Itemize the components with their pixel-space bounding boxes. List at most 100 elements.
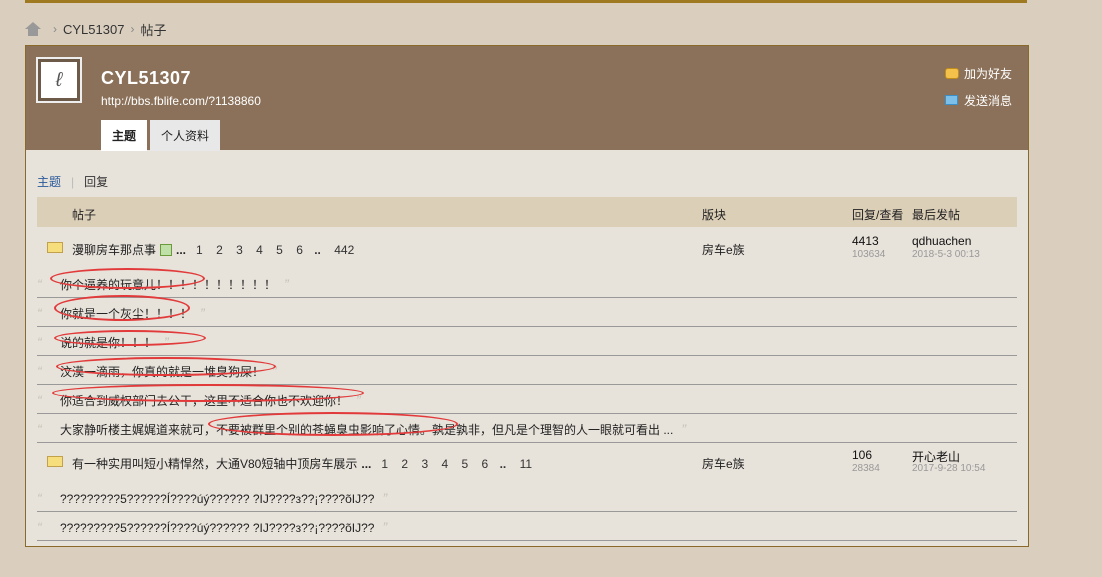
list-item[interactable]: “ ?????????5??????Í????úý?????? ?IJ????з… xyxy=(37,483,1017,512)
list-item[interactable]: “ 汶漠一滴雨，你真的就是一堆臭狗屎！ ” xyxy=(37,356,1017,385)
quote-close-icon: ” xyxy=(272,363,277,379)
image-icon xyxy=(160,243,173,256)
table-header: 帖子 版块 回复/查看 最后发帖 xyxy=(37,197,1017,227)
quote-open-icon: “ xyxy=(37,421,42,437)
post-list: 主题 | 回复 帖子 版块 回复/查看 最后发帖 漫聊房车那点事 ... 1 2… xyxy=(26,150,1028,546)
page-gap: .. xyxy=(499,456,507,471)
page-link[interactable]: 4 xyxy=(256,243,263,257)
add-friend-label: 加为好友 xyxy=(963,66,1012,81)
last-post-time: 2018-5-3 00:13 xyxy=(912,249,980,260)
page-link[interactable]: 6 xyxy=(482,457,489,471)
reply-snippet: 汶漠一滴雨，你真的就是一堆臭狗屎！ xyxy=(60,365,265,379)
send-message-label: 发送消息 xyxy=(963,93,1012,108)
tab-topics[interactable]: 主题 xyxy=(101,120,148,151)
quote-close-icon: ” xyxy=(681,421,687,437)
page-link[interactable]: 6 xyxy=(296,243,303,257)
breadcrumb-user[interactable]: CYL51307 xyxy=(63,22,124,37)
reply-snippet: 大家静听楼主娓娓道来就可，不要被群里个别的苍蝇臭虫影响了心情。孰是孰非，但凡是个… xyxy=(60,423,674,437)
table-row: 有一种实用叫短小精悍然，大通V80短轴中顶房车展示 ... 1 2 3 4 5 … xyxy=(37,443,1017,483)
reply-count: 4413 xyxy=(852,234,879,248)
pagination: 1 2 3 4 5 6 .. 11 xyxy=(371,457,532,471)
page-link[interactable]: 3 xyxy=(421,457,428,471)
subtab-topics[interactable]: 主题 xyxy=(37,173,61,190)
ellipsis: ... xyxy=(176,242,187,257)
reply-snippet: ?????????5??????Í????úý?????? ?IJ????з??… xyxy=(60,521,375,535)
list-item[interactable]: “ ?????????5??????Í????úý?????? ?IJ????з… xyxy=(37,512,1017,541)
subtabs: 主题 | 回复 xyxy=(37,173,108,190)
view-count: 103634 xyxy=(852,249,886,260)
page-link[interactable]: 2 xyxy=(216,243,223,257)
profile-actions: 加为好友 发送消息 xyxy=(944,64,1012,118)
page-link[interactable]: 5 xyxy=(276,243,283,257)
header-board: 版块 xyxy=(702,208,727,222)
mail-icon xyxy=(944,95,958,105)
thread-title[interactable]: 漫聊房车那点事 xyxy=(72,241,156,258)
list-item[interactable]: “ 你就是一个灰尘！！！！ ” xyxy=(37,298,1017,327)
page-link[interactable]: 5 xyxy=(462,457,469,471)
subtab-divider: | xyxy=(71,174,75,189)
page-link[interactable]: 11 xyxy=(520,457,532,471)
view-count: 28384 xyxy=(852,463,880,474)
reply-count: 106 xyxy=(852,448,873,462)
avatar[interactable]: ℓ xyxy=(36,57,82,103)
quote-open-icon: “ xyxy=(37,392,42,408)
breadcrumb: › CYL51307 › 帖子 xyxy=(25,20,166,38)
profile-username: CYL51307 xyxy=(101,68,192,88)
header-post: 帖子 xyxy=(72,208,97,222)
profile-panel: ℓ CYL51307 http://bbs.fblife.com/?113886… xyxy=(25,45,1029,547)
quote-open-icon: “ xyxy=(37,276,42,292)
page-link[interactable]: 2 xyxy=(401,457,408,471)
top-accent-bar xyxy=(25,0,1027,3)
table-row: 漫聊房车那点事 ... 1 2 3 4 5 6 .. 442 房车e族 4413… xyxy=(37,229,1017,269)
last-poster[interactable]: qdhuachen xyxy=(912,234,971,248)
quote-open-icon: “ xyxy=(37,490,42,506)
folder-icon xyxy=(47,242,63,253)
folder-icon xyxy=(47,456,63,467)
quote-open-icon: “ xyxy=(37,519,42,535)
quote-close-icon: ” xyxy=(356,392,361,408)
handshake-icon xyxy=(944,67,959,79)
page-link[interactable]: 442 xyxy=(334,243,354,257)
reply-snippet: 你个逼养的玩意儿！！！！！！！！！！ xyxy=(60,278,277,292)
list-item[interactable]: “ 你适合到威权部门去公干，这里不适合你也不欢迎你！ ” xyxy=(37,385,1017,414)
page-link[interactable]: 1 xyxy=(381,457,388,471)
thread-title[interactable]: 有一种实用叫短小精悍然，大通V80短轴中顶房车展示 xyxy=(72,455,357,472)
tab-profile[interactable]: 个人资料 xyxy=(150,120,221,151)
avatar-image: ℓ xyxy=(41,62,77,98)
header-stats: 回复/查看 xyxy=(852,208,904,222)
pagination: 1 2 3 4 5 6 .. 442 xyxy=(186,243,354,257)
subtab-replies[interactable]: 回复 xyxy=(84,173,108,190)
chevron-right-icon: › xyxy=(53,22,57,36)
quote-open-icon: “ xyxy=(37,334,42,350)
quote-close-icon: ” xyxy=(382,519,388,535)
quote-close-icon: ” xyxy=(284,276,289,292)
ellipsis: ... xyxy=(361,456,372,471)
quote-close-icon: ” xyxy=(200,305,205,321)
chevron-right-icon: › xyxy=(130,22,135,36)
profile-header: ℓ CYL51307 http://bbs.fblife.com/?113886… xyxy=(26,46,1028,151)
quote-close-icon: ” xyxy=(382,490,388,506)
page-link[interactable]: 4 xyxy=(441,457,448,471)
quote-open-icon: “ xyxy=(37,363,42,379)
profile-tabs: 主题 个人资料 xyxy=(101,120,223,151)
quote-open-icon: “ xyxy=(37,305,42,321)
send-message-button[interactable]: 发送消息 xyxy=(944,91,1012,109)
page-link[interactable]: 1 xyxy=(196,243,203,257)
reply-snippet: 你就是一个灰尘！！！！ xyxy=(60,307,193,321)
reply-snippet: 你适合到威权部门去公干，这里不适合你也不欢迎你！ xyxy=(60,394,349,408)
list-item[interactable]: “ 你个逼养的玩意儿！！！！！！！！！！ ” xyxy=(37,269,1017,298)
header-last: 最后发帖 xyxy=(912,208,961,222)
page-link[interactable]: 3 xyxy=(236,243,243,257)
last-post-time: 2017-9-28 10:54 xyxy=(912,463,986,474)
breadcrumb-section[interactable]: 帖子 xyxy=(140,20,166,39)
board-link[interactable]: 房车e族 xyxy=(702,241,745,258)
board-link[interactable]: 房车e族 xyxy=(702,455,745,472)
page-gap: .. xyxy=(314,242,321,257)
reply-snippet: ?????????5??????Í????úý?????? ?IJ????з??… xyxy=(60,492,375,506)
list-item[interactable]: “ 说的就是你！！！ ” xyxy=(37,327,1017,356)
add-friend-button[interactable]: 加为好友 xyxy=(944,64,1012,82)
profile-url[interactable]: http://bbs.fblife.com/?1138860 xyxy=(101,94,261,108)
list-item[interactable]: “ 大家静听楼主娓娓道来就可，不要被群里个别的苍蝇臭虫影响了心情。孰是孰非，但凡… xyxy=(37,414,1017,443)
reply-snippet: 说的就是你！！！ xyxy=(60,336,157,350)
home-icon[interactable] xyxy=(25,22,41,36)
